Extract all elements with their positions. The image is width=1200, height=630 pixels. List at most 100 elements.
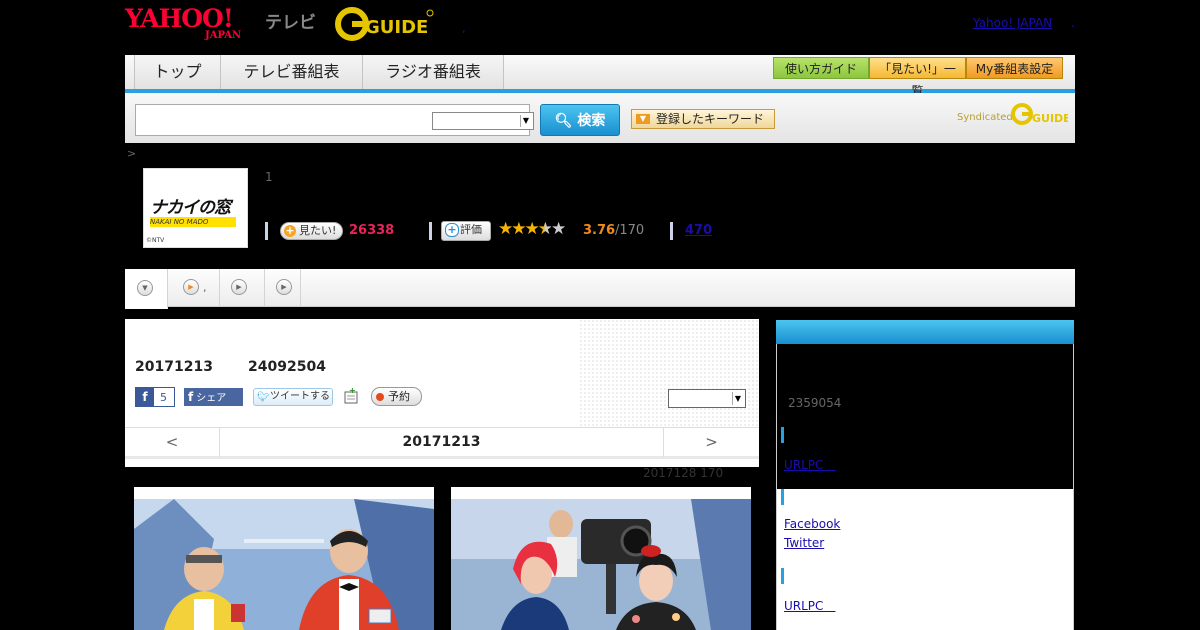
syndicated-logo-text: GUIDE <box>1032 112 1068 125</box>
mitai-label: 見たい! <box>299 224 337 237</box>
url-pc-link-1[interactable]: URLPC <box>784 456 835 473</box>
star-icon: ★ <box>498 219 513 239</box>
nav-tab-radio-schedule[interactable]: ラジオ番組表 <box>362 55 504 89</box>
facebook-icon: f <box>188 390 194 404</box>
twitter-link[interactable]: Twitter <box>784 536 824 550</box>
add-calendar-icon[interactable]: + <box>343 386 359 405</box>
episode-thumbnail-1[interactable] <box>134 487 434 630</box>
syndicated-label: Syndicated <box>957 112 1013 123</box>
tv-logo-label[interactable]: テレビ <box>265 8 316 33</box>
pager-current-date: 20171213 <box>402 434 481 450</box>
main-nav: トップ テレビ番組表 ラジオ番組表 使い方ガイド 「見たい!」一覧 My番組表設… <box>125 55 1075 98</box>
dropdown-arrow-icon: ▼ <box>520 115 531 127</box>
subtab-2[interactable]: ▶ , <box>168 269 220 307</box>
pager-prev-button[interactable]: < <box>125 428 220 457</box>
divider <box>429 222 432 240</box>
breadcrumb[interactable]: > <box>127 147 136 160</box>
episode-pager: < 20171213 > <box>125 427 759 459</box>
episode-select[interactable]: ▼ <box>668 389 746 408</box>
expand-arrow-icon: ▼ <box>636 114 650 124</box>
facebook-icon: f <box>136 388 154 406</box>
page: YAHOO! JAPAN テレビ GUIDE , Yahoo! JAPAN . … <box>0 0 1200 630</box>
program-logo-subtitle: NAKAI NO MADO <box>150 217 236 227</box>
svg-text:+: + <box>349 387 356 395</box>
divider <box>265 222 268 240</box>
program-copyright: ©NTV <box>146 237 165 244</box>
header-dot: , <box>462 22 466 35</box>
search-button[interactable]: 🔍︎ 検索 <box>540 104 620 136</box>
subtab-4[interactable]: ▶ <box>265 269 301 307</box>
star-icon: ★ <box>524 219 540 239</box>
star-icon: ★ <box>551 219 566 239</box>
syndicated-gguide-logo: GUIDE <box>1010 102 1071 126</box>
facebook-share-label: シェア <box>196 393 227 404</box>
header-trailing-dot: . <box>1071 16 1075 30</box>
plus-icon: + <box>445 223 459 237</box>
gguide-logo[interactable]: GUIDE <box>335 7 435 41</box>
rate-label: 評価 <box>460 223 482 236</box>
url-pc-link-2[interactable]: URLPC <box>784 597 835 614</box>
play-icon: ▶ <box>231 279 247 295</box>
yahoo-japan-link[interactable]: Yahoo! JAPAN <box>973 16 1052 30</box>
program-number: 1 <box>265 170 273 184</box>
search-button-label: 検索 <box>577 113 606 129</box>
facebook-like-button[interactable]: f5 <box>135 387 175 407</box>
record-dot-icon <box>376 393 384 401</box>
episode-note: 2017128 170 <box>643 466 724 480</box>
star-icon: ★ <box>511 219 526 239</box>
yahoo-logo-text: YAHOO! <box>125 4 234 33</box>
plus-icon: + <box>284 224 296 237</box>
sidebar-box <box>776 344 1074 630</box>
halftone-decoration <box>579 319 759 427</box>
episode-date: 20171213 <box>135 359 213 375</box>
twitter-bird-icon: 🐦︎ <box>257 392 270 403</box>
section-marker <box>781 427 784 443</box>
subtab-2-label: , <box>203 281 207 294</box>
play-icon: ▶ <box>183 279 199 295</box>
tweet-label: ツイートする <box>270 391 330 402</box>
mitai-count: 26338 <box>349 223 395 238</box>
reserve-recording-button[interactable]: 予約 <box>371 387 422 406</box>
rate-button[interactable]: + 評価 <box>441 221 491 241</box>
star-rating: ★★★★★ <box>498 219 566 239</box>
mitai-list-button[interactable]: 「見たい!」一覧 <box>869 57 966 98</box>
nav-tab-top[interactable]: トップ <box>134 55 220 89</box>
section-marker <box>781 568 784 584</box>
usage-guide-button[interactable]: 使い方ガイド <box>773 57 869 79</box>
subtab-3[interactable]: ▶ <box>220 269 265 307</box>
rating-value: 3.76 <box>583 223 616 238</box>
search-bar: ▼ 🔍︎ 検索 ▼ 登録したキーワード Syndicated GUIDE <box>125 93 1075 143</box>
gguide-logo-text: GUIDE <box>365 17 428 38</box>
play-icon: ▶ <box>276 279 292 295</box>
reserve-label: 予約 <box>388 390 410 403</box>
program-logo-title: ナカイの窓 <box>150 198 231 218</box>
episode-code: 24092504 <box>248 359 326 375</box>
search-category-select[interactable]: ▼ <box>432 112 534 130</box>
facebook-share-button[interactable]: f シェア <box>184 388 243 406</box>
subtab-1[interactable]: ▼ <box>125 269 168 309</box>
tweet-button[interactable]: 🐦︎ ツイートする <box>253 388 333 406</box>
review-count-link[interactable]: 470 <box>685 223 712 238</box>
search-icon: 🔍︎ <box>554 113 573 129</box>
divider <box>670 222 673 240</box>
japan-logo-text: JAPAN <box>205 30 242 41</box>
episode-panel: 20171213 24092504 f5 f シェア 🐦︎ ツイートする + 予約 <box>125 319 759 467</box>
star-icon: ★ <box>537 219 553 239</box>
yahoo-japan-logo[interactable]: YAHOO! JAPAN <box>125 6 265 42</box>
episode-thumbnail-2[interactable] <box>451 487 751 630</box>
facebook-like-count: 5 <box>160 391 167 404</box>
pager-next-button[interactable]: > <box>663 428 759 457</box>
my-schedule-settings-button[interactable]: My番組表設定 <box>966 57 1063 79</box>
facebook-link[interactable]: Facebook <box>784 517 840 531</box>
registered-keywords-label: 登録したキーワード <box>656 112 765 126</box>
sidebar-header <box>776 320 1074 344</box>
dropdown-arrow-icon: ▼ <box>732 392 743 405</box>
registered-keywords-button[interactable]: ▼ 登録したキーワード <box>631 109 775 129</box>
nav-tab-tv-schedule[interactable]: テレビ番組表 <box>220 55 362 89</box>
chevron-down-icon: ▼ <box>137 280 153 296</box>
program-subtabs: ▼ ▶ , ▶ ▶ <box>125 269 1075 309</box>
program-logo-image[interactable]: ナカイの窓 NAKAI NO MADO ©NTV <box>143 168 248 248</box>
mitai-button[interactable]: + 見たい! <box>280 222 343 240</box>
sidebar-count: 2359054 <box>788 396 842 410</box>
section-marker <box>781 489 784 505</box>
